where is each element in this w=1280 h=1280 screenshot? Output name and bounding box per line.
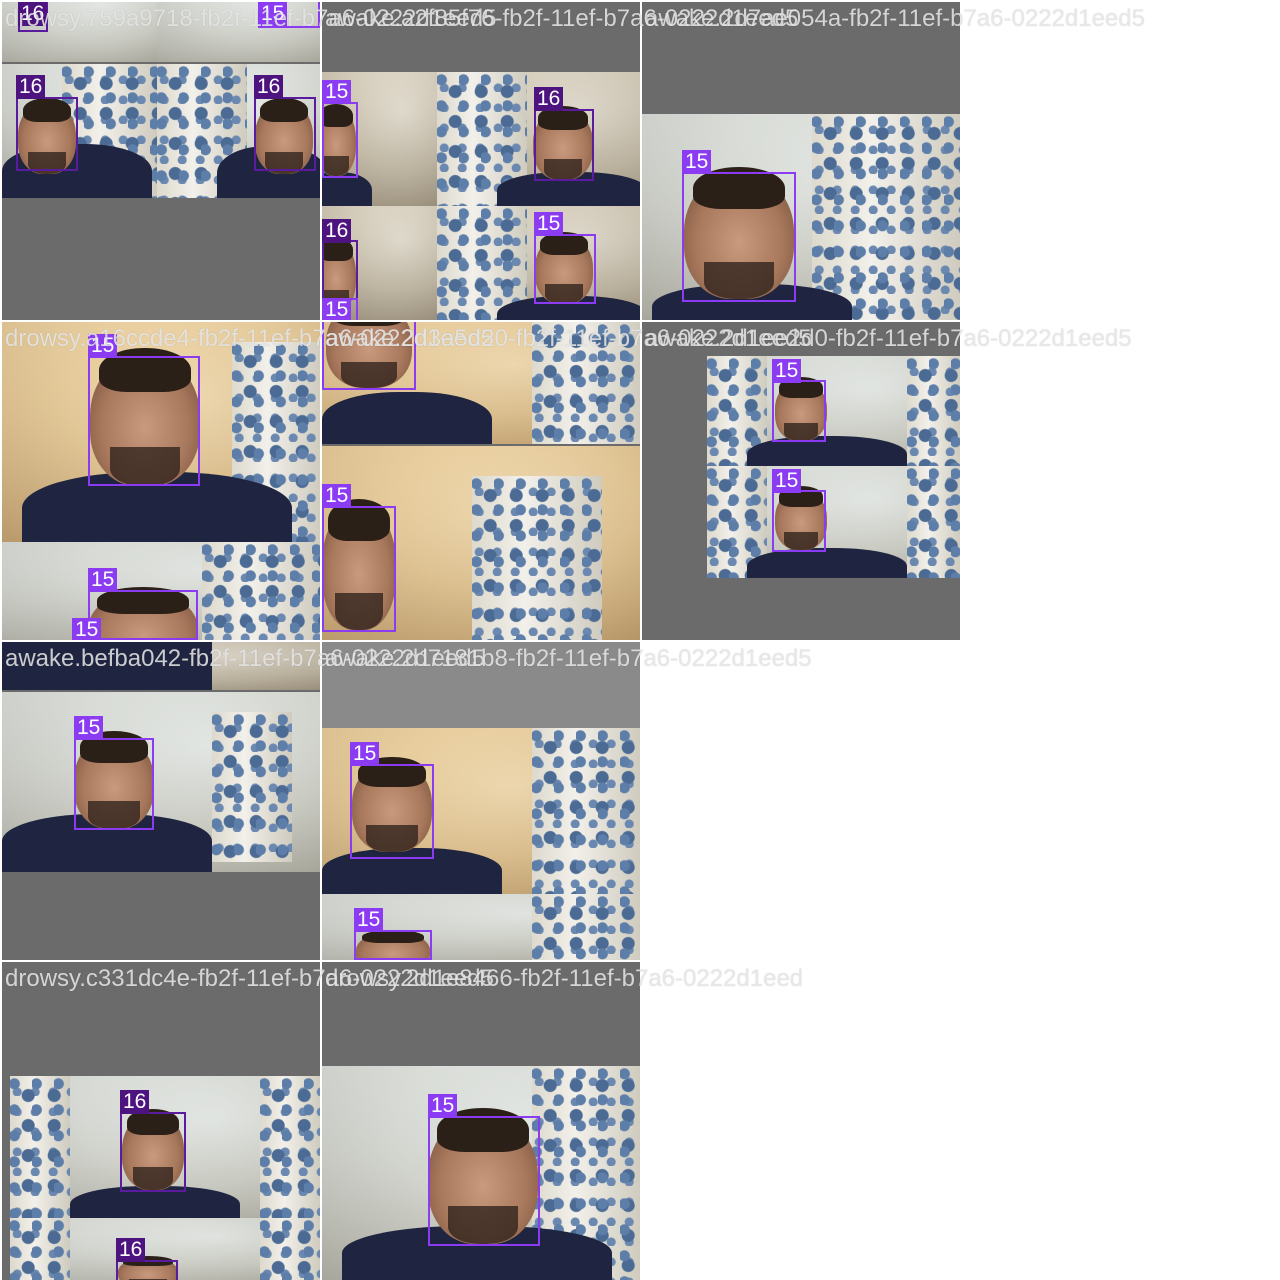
face-bounding-box [354,930,432,960]
mosaic-tile-4: 15 15 15 [2,322,320,640]
image-filename-caption: awake.2d7181b8-fb2f-11ef-b7a6-0222d1eed5 [325,645,812,672]
class-label: 15 [354,908,384,932]
face-bounding-box [772,380,826,442]
face-bounding-box [534,109,594,181]
class-label: 15 [772,469,802,493]
face-bounding-box [74,738,154,830]
photo-cell [707,466,960,578]
face-bounding-box [120,1112,186,1192]
class-label: 16 [116,1238,146,1262]
mosaic-tile-8: 15 15 [322,642,640,960]
photo-cell [2,692,320,872]
class-label: 15 [322,80,352,104]
face-bounding-box [322,102,358,178]
mosaic-tile-6: 15 15 [642,322,960,640]
mosaic-tile-1: 16 15 16 16 [2,2,320,320]
face-bounding-box [254,97,316,171]
face-bounding-box [88,590,198,640]
mosaic-tile-10: 15 [322,962,640,1280]
image-filename-caption: awake.2d7ae054a-fb2f-11ef-b7a6-0222d1eed… [645,5,1145,32]
class-label: 15 [534,212,564,236]
mosaic-tile-7: 15 [2,642,320,960]
face-bounding-box [322,506,396,632]
face-bounding-box [322,240,358,300]
class-label: 16 [254,75,284,99]
mosaic-tile-2: 15 16 16 15 15 [322,2,640,320]
face-bounding-box [88,356,200,486]
class-label: 15 [350,742,380,766]
face-bounding-box [350,764,434,859]
mosaic-tile-3: 15 [642,2,960,320]
face-bounding-box [428,1116,540,1246]
class-label: 16 [322,219,352,243]
class-label: 15 [772,359,802,383]
class-label: 16 [120,1090,150,1114]
image-filename-caption: awake.2d1ee2d0-fb2f-11ef-b7a6-0222d1eed5 [645,325,1132,352]
class-label: 15 [74,716,104,740]
face-bounding-box [116,1260,178,1280]
class-label: 15 [322,298,352,320]
face-bounding-box [16,97,78,171]
class-label: 15 [88,568,118,592]
image-filename-caption: drowsy.2d1e8466-fb2f-11ef-b7a6-0222d1eed [325,965,804,992]
class-label: 15 [682,150,712,174]
face-bounding-box [534,234,596,304]
mosaic-tile-5: 15 [322,322,640,640]
mosaic-tile-9: 16 16 [2,962,320,1280]
class-label: 15 [72,618,102,640]
face-bounding-box [682,172,796,302]
face-bounding-box [772,490,826,552]
class-label: 16 [16,75,46,99]
class-label: 15 [428,1094,458,1118]
class-label: 15 [322,484,352,508]
photo-cell [707,356,960,466]
class-label: 16 [534,87,564,111]
